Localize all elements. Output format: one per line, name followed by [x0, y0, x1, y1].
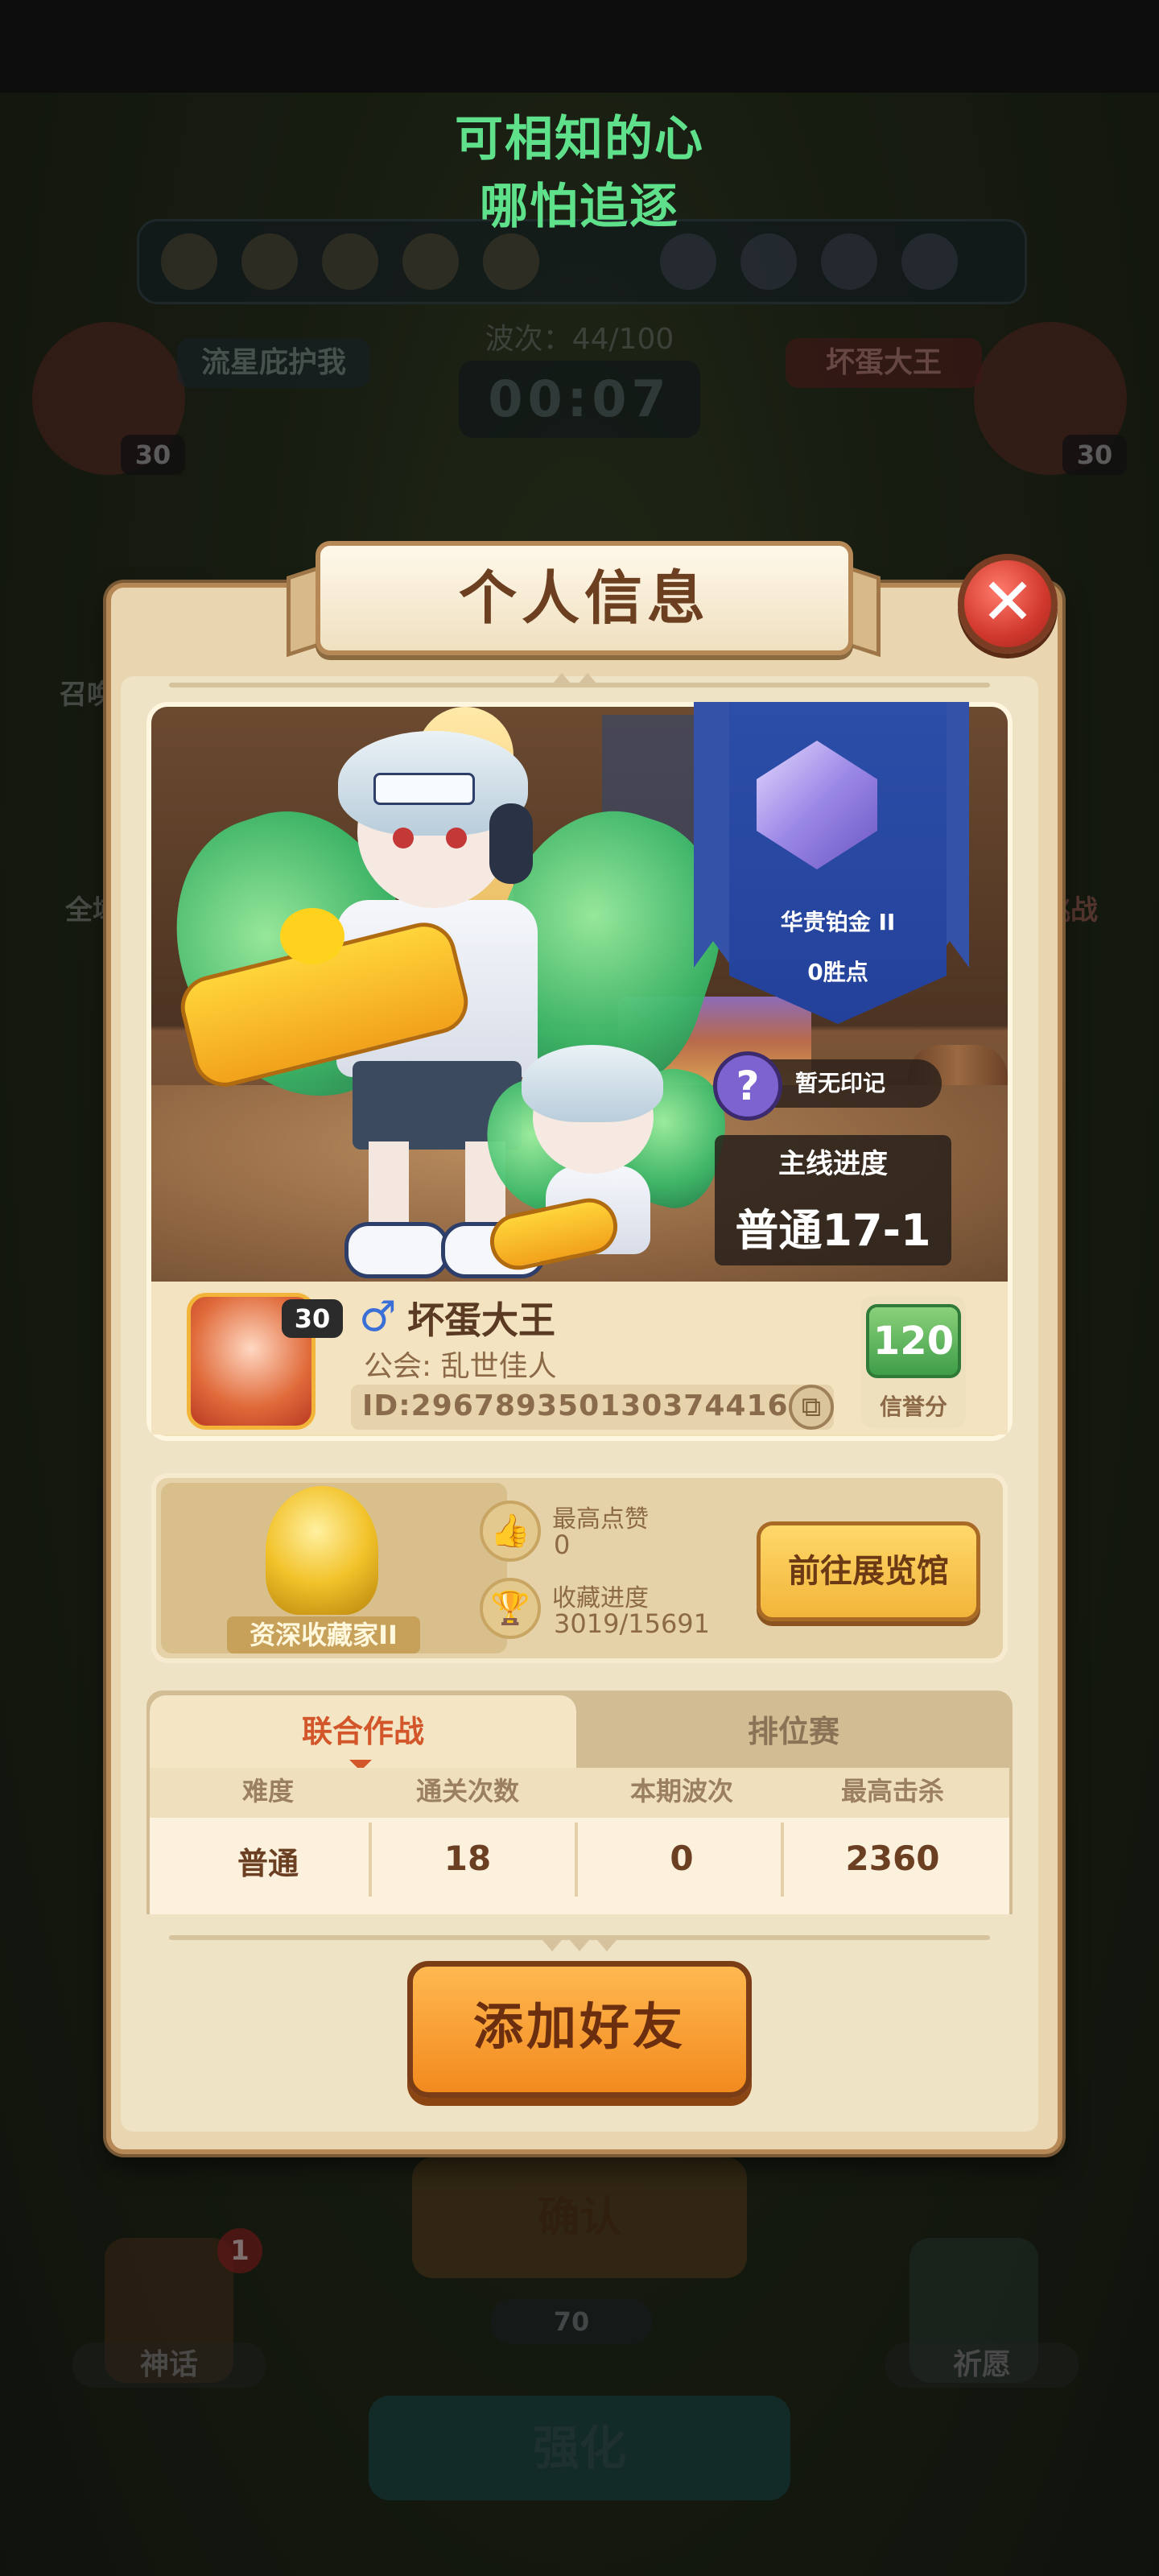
player-name: 坏蛋大王	[407, 1298, 555, 1342]
tab-co-op[interactable]: 联合作战	[150, 1695, 576, 1768]
copy-id-icon[interactable]: ⧉	[789, 1385, 834, 1430]
close-button[interactable]: ✕	[958, 554, 1058, 654]
divider-ornament	[578, 673, 597, 684]
hero-headband	[373, 773, 475, 805]
hero-shoe	[344, 1222, 449, 1278]
rank-name: 华贵铂金 II	[780, 909, 896, 935]
likes-value: 0	[554, 1530, 571, 1560]
hero-eye	[446, 828, 467, 848]
divider-ornament	[597, 1940, 617, 1951]
add-friend-button[interactable]: 添加好友	[407, 1961, 752, 2098]
headphone-icon	[489, 803, 533, 884]
column-header: 最高击杀	[840, 1776, 944, 1806]
trophy-small-icon: 🏆	[480, 1578, 541, 1639]
credit-score-label: 信誉分	[879, 1393, 947, 1420]
hero-eye	[393, 828, 414, 848]
table-cell: 0	[670, 1839, 694, 1878]
player-guild: 公会: 乱世佳人	[364, 1350, 557, 1383]
collection-progress-value: 3019/15691	[554, 1608, 711, 1639]
mainline-progress-title: 主线进度	[778, 1148, 888, 1180]
question-mark-icon[interactable]: ?	[713, 1051, 782, 1121]
modal-title: 个人信息	[458, 564, 710, 632]
go-to-gallery-button[interactable]: 前往展览馆	[757, 1521, 980, 1621]
male-icon: ♂	[359, 1293, 397, 1341]
lyrics-line-2: 哪怕追逐	[480, 179, 679, 235]
rank-points: 0胜点	[807, 959, 868, 985]
column-header: 通关次数	[415, 1776, 519, 1806]
mini-hair	[522, 1045, 663, 1122]
thumbs-up-icon: 👍	[480, 1501, 541, 1562]
table-cell: 普通	[237, 1846, 299, 1881]
collector-title: 资深收藏家II	[250, 1620, 398, 1650]
player-id: ID:296789350130374416	[362, 1389, 789, 1422]
tab-ranked[interactable]: 排位赛	[576, 1695, 1011, 1768]
trophy-icon	[266, 1486, 378, 1615]
player-level-badge: 30	[282, 1299, 343, 1338]
divider-ornament	[552, 673, 571, 684]
column-separator	[575, 1823, 578, 1897]
divider-ornament	[570, 1940, 589, 1951]
table-cell: 18	[443, 1839, 492, 1878]
mark-status: 暂无印记	[795, 1070, 886, 1096]
credit-score: 120	[866, 1304, 961, 1378]
mainline-progress-value: 普通17-1	[735, 1205, 931, 1256]
column-header: 难度	[241, 1776, 294, 1806]
rubber-duck	[280, 908, 344, 964]
lyrics-line-1: 可相知的心	[455, 111, 704, 167]
rank-side-ribbon	[694, 702, 732, 968]
divider-ornament	[542, 1940, 562, 1951]
table-cell: 2360	[845, 1839, 940, 1878]
column-header: 本期波次	[629, 1776, 733, 1806]
